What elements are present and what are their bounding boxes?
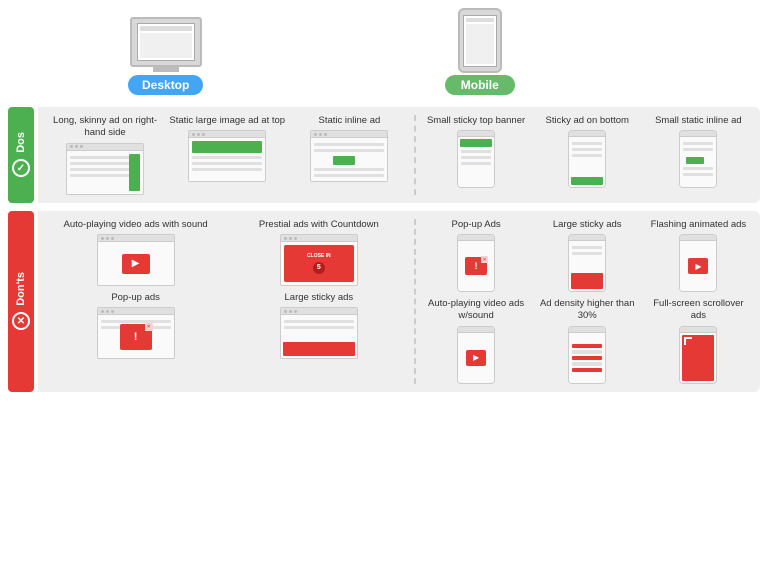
dos-label: Dos ✓ bbox=[8, 107, 34, 203]
donts-mobile-item-5: Ad density higher than 30% bbox=[534, 298, 641, 384]
dos-icon: ✓ bbox=[12, 159, 30, 177]
donts-mobile-item-2: Large sticky ads bbox=[534, 219, 641, 292]
donts-icon: ✕ bbox=[12, 312, 30, 330]
dos-desktop-item-2: Static large image ad at top bbox=[168, 115, 286, 182]
donts-mobile-item-6: Full-screen scrollover ads bbox=[645, 298, 752, 384]
dos-desktop-item-3: Static inline ad bbox=[290, 115, 408, 182]
donts-desktop-item-2: Prestial ads with Countdown CLOSE IN 5 bbox=[229, 219, 408, 286]
dos-mobile-item-1: Small sticky top banner bbox=[422, 115, 529, 188]
desktop-label: Desktop bbox=[128, 75, 203, 95]
dos-desktop-item-1: Long, skinny ad on right-hand side bbox=[46, 115, 164, 195]
donts-desktop-item-3: Pop-up ads ! ✕ bbox=[46, 292, 225, 359]
donts-mobile-item-1: Pop-up Ads ! ✕ bbox=[422, 219, 529, 292]
exclamation-icon: ! bbox=[134, 331, 138, 343]
donts-desktop-item-4: Large sticky ads bbox=[229, 292, 408, 359]
donts-desktop-item-1: Auto-playing video ads with sound ▶ bbox=[46, 219, 225, 286]
play-icon: ▶ bbox=[132, 258, 140, 269]
corner-bracket-icon bbox=[684, 337, 692, 345]
dos-mobile-item-3: Small static inline ad bbox=[645, 115, 752, 188]
video-play-icon: ▶ bbox=[473, 353, 479, 362]
flash-icon: ▶ bbox=[695, 262, 701, 271]
donts-mobile-item-3: Flashing animated ads ▶ bbox=[645, 219, 752, 292]
exclamation-mobile-icon: ! bbox=[475, 261, 478, 271]
countdown-circle: 5 bbox=[313, 262, 325, 274]
dos-mobile-item-2: Sticky ad on bottom bbox=[534, 115, 641, 188]
donts-mobile-item-4: Auto-playing video ads w/sound ▶ bbox=[422, 298, 529, 384]
donts-label: Don'ts ✕ bbox=[8, 211, 34, 392]
mobile-label: Mobile bbox=[445, 75, 515, 95]
